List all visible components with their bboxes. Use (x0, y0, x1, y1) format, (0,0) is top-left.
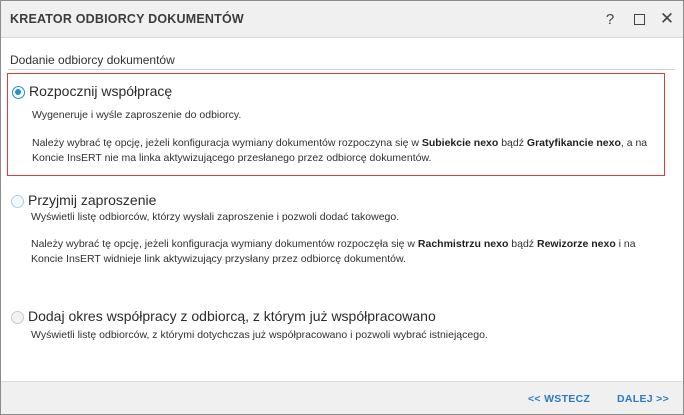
radio-start-cooperation[interactable] (12, 86, 25, 99)
option-details-text: Należy wybrać tę opcję, jeżeli konfigura… (32, 137, 422, 149)
option-details-text: Należy wybrać tę opcję, jeżeli konfigura… (31, 238, 418, 250)
product-name: Rewizorze nexo (536, 238, 616, 250)
window-title: KREATOR ODBIORCY DOKUMENTÓW (10, 12, 244, 26)
option-add-cooperation-period[interactable]: Dodaj okres współpracy z odbiorcą, z któ… (7, 299, 665, 349)
option-description: Wygeneruje i wyśle zaproszenie do odbior… (32, 109, 242, 121)
maximize-icon[interactable] (627, 7, 651, 31)
product-name: Gratyfikancie nexo (526, 137, 621, 149)
option-details-text: bądź (498, 137, 527, 149)
option-details-text: bądź (508, 238, 537, 250)
title-bar: KREATOR ODBIORCY DOKUMENTÓW ? ✕ (1, 1, 683, 38)
option-title: Dodaj okres współpracy z odbiorcą, z któ… (28, 308, 436, 324)
option-description: Wyświetli listę odbiorców, z którymi dot… (31, 329, 488, 341)
radio-add-cooperation-period[interactable] (11, 311, 24, 324)
dialog-window: KREATOR ODBIORCY DOKUMENTÓW ? ✕ Dodanie … (0, 0, 684, 415)
radio-accept-invitation[interactable] (11, 195, 24, 208)
help-icon[interactable]: ? (598, 7, 622, 31)
back-button[interactable]: << WSTECZ (528, 393, 590, 405)
section-divider (8, 69, 675, 70)
next-button[interactable]: DALEJ >> (617, 393, 669, 405)
option-title: Rozpocznij współpracę (29, 83, 173, 99)
option-title: Przyjmij zaproszenie (28, 192, 157, 208)
close-icon[interactable]: ✕ (655, 7, 679, 31)
option-start-cooperation[interactable]: Rozpocznij współpracę Wygeneruje i wyśle… (7, 73, 665, 176)
product-name: Rachmistrzu nexo (417, 238, 509, 250)
product-name: Subiekcie nexo (421, 137, 499, 149)
footer-bar: << WSTECZ DALEJ >> (1, 381, 683, 414)
option-accept-invitation[interactable]: Przyjmij zaproszenie Wyświetli listę odb… (7, 183, 665, 279)
option-description: Wyświetli listę odbiorców, którzy wysłal… (31, 211, 400, 223)
option-details: Należy wybrać tę opcję, jeżeli konfigura… (32, 136, 652, 166)
option-details: Należy wybrać tę opcję, jeżeli konfigura… (31, 237, 651, 267)
section-label: Dodanie odbiorcy dokumentów (10, 53, 175, 67)
